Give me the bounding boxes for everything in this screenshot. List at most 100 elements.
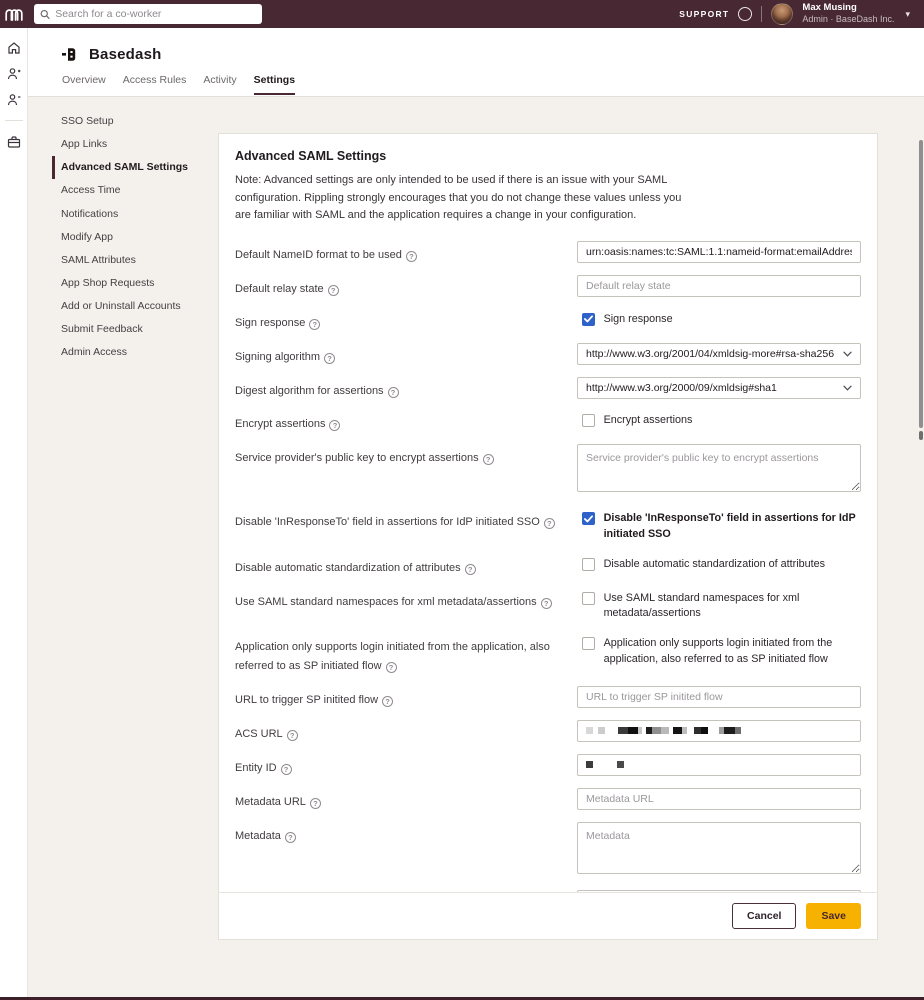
sidenav-item-modify-app[interactable]: Modify App	[52, 226, 217, 249]
help-icon[interactable]	[324, 353, 335, 364]
help-icon[interactable]	[328, 285, 339, 296]
redacted-block	[628, 727, 638, 734]
redacted-block	[586, 727, 593, 734]
help-icon[interactable]	[309, 319, 320, 330]
vertical-scrollbar[interactable]	[919, 140, 923, 428]
sidenav-item-advanced-saml-settings[interactable]: Advanced SAML Settings	[52, 156, 217, 179]
sidenav-item-app-links[interactable]: App Links	[52, 133, 217, 156]
encrypt-assertions-row: Encrypt assertionsEncrypt assertions	[235, 410, 861, 433]
sp-flow-url-control-col	[577, 686, 861, 708]
acs-url-row: ACS URL	[235, 720, 861, 743]
sp-initiated-only-checkbox[interactable]	[582, 637, 595, 650]
sidenav-item-add-or-uninstall-accounts[interactable]: Add or Uninstall Accounts	[52, 295, 217, 318]
sp-public-key-row: Service provider's public key to encrypt…	[235, 444, 861, 497]
search-icon	[40, 9, 50, 20]
rippling-logo-icon[interactable]	[0, 0, 30, 28]
help-circle-icon[interactable]	[738, 7, 752, 21]
help-icon[interactable]	[287, 730, 298, 741]
sidenav-item-app-shop-requests[interactable]: App Shop Requests	[52, 272, 217, 295]
default-relay-state-input[interactable]	[577, 275, 861, 297]
encrypt-assertions-control-col: Encrypt assertions	[582, 410, 861, 429]
sp-initiated-only-row: Application only supports login initiate…	[235, 633, 861, 675]
help-icon[interactable]	[285, 832, 296, 843]
sidenav-item-saml-attributes[interactable]: SAML Attributes	[52, 249, 217, 272]
sidenav-item-notifications[interactable]: Notifications	[52, 203, 217, 226]
vertical-scrollbar-segment[interactable]	[919, 431, 923, 440]
topbar-divider	[761, 6, 762, 22]
sp-initiated-only-checkbox-label[interactable]: Application only supports login initiate…	[604, 636, 861, 667]
sp-flow-url-label-col: URL to trigger SP initited flow	[235, 686, 577, 709]
signing-algorithm-selected-value: http://www.w3.org/2001/04/xmldsig-more#r…	[586, 348, 837, 360]
save-button[interactable]: Save	[806, 903, 861, 929]
chevron-down-icon[interactable]: ▾	[905, 9, 910, 20]
search-input[interactable]	[55, 8, 256, 20]
help-icon[interactable]	[541, 598, 552, 609]
user-avatar[interactable]	[771, 3, 793, 25]
user-menu[interactable]: Max Musing Admin · BaseDash Inc.	[802, 3, 894, 24]
help-icon[interactable]	[406, 251, 417, 262]
metadata-url-row: Metadata URL	[235, 788, 861, 811]
page-title: Basedash	[89, 46, 161, 63]
help-icon[interactable]	[310, 798, 321, 809]
encrypt-assertions-checkbox-label[interactable]: Encrypt assertions	[604, 413, 693, 429]
sidenav-item-admin-access[interactable]: Admin Access	[52, 341, 217, 364]
sp-public-key-textarea[interactable]	[577, 444, 861, 492]
tab-activity[interactable]: Activity	[203, 74, 236, 95]
sp-flow-url-label: URL to trigger SP initited flow	[235, 694, 393, 706]
redacted-block	[694, 727, 701, 734]
digest-algorithm-label-col: Digest algorithm for assertions	[235, 377, 577, 400]
sidenav-item-sso-setup[interactable]: SSO Setup	[52, 110, 217, 133]
entity-id-input-redacted[interactable]	[577, 754, 861, 776]
disable-auto-standardization-checkbox[interactable]	[582, 558, 595, 571]
disable-auto-standardization-checkbox-label[interactable]: Disable automatic standardization of att…	[604, 557, 825, 573]
saml-standard-namespaces-checkbox-row: Use SAML standard namespaces for xml met…	[582, 588, 861, 622]
encrypt-assertions-checkbox[interactable]	[582, 414, 595, 427]
user-role: Admin · BaseDash Inc.	[802, 14, 894, 24]
person-remove-icon[interactable]	[6, 92, 21, 107]
sign-response-checkbox[interactable]	[582, 313, 595, 326]
acs-url-input-redacted[interactable]	[577, 720, 861, 742]
saml-standard-namespaces-checkbox[interactable]	[582, 592, 595, 605]
help-icon[interactable]	[281, 764, 292, 775]
tab-access-rules[interactable]: Access Rules	[123, 74, 187, 95]
sign-response-checkbox-row: Sign response	[582, 309, 861, 328]
digest-algorithm-select[interactable]: http://www.w3.org/2000/09/xmldsig#sha1	[577, 377, 861, 399]
help-icon[interactable]	[465, 564, 476, 575]
briefcase-icon[interactable]	[6, 134, 21, 149]
digest-algorithm-label: Digest algorithm for assertions	[235, 385, 399, 397]
support-link[interactable]: SUPPORT	[679, 9, 729, 19]
coworker-search[interactable]	[34, 4, 262, 24]
help-icon[interactable]	[329, 420, 340, 431]
sign-response-row: Sign responseSign response	[235, 309, 861, 332]
signing-algorithm-select[interactable]: http://www.w3.org/2001/04/xmldsig-more#r…	[577, 343, 861, 365]
home-icon[interactable]	[6, 40, 21, 55]
help-icon[interactable]	[544, 518, 555, 529]
default-nameid-format-input[interactable]	[577, 241, 861, 263]
panel-note: Note: Advanced settings are only intende…	[235, 172, 697, 225]
help-icon[interactable]	[483, 454, 494, 465]
entity-id-label: Entity ID	[235, 762, 292, 774]
person-add-icon[interactable]	[6, 66, 21, 81]
redacted-block	[687, 727, 694, 734]
saml-standard-namespaces-checkbox-label[interactable]: Use SAML standard namespaces for xml met…	[604, 591, 861, 622]
default-relay-state-row: Default relay state	[235, 275, 861, 298]
saml-standard-namespaces-label: Use SAML standard namespaces for xml met…	[235, 596, 552, 608]
cancel-button[interactable]: Cancel	[732, 903, 796, 929]
app-header: Basedash Overview Access Rules Activity Set…	[28, 28, 924, 97]
tab-settings[interactable]: Settings	[254, 74, 295, 95]
disable-auto-standardization-control-col: Disable automatic standardization of att…	[582, 554, 861, 573]
metadata-textarea[interactable]	[577, 822, 861, 874]
tab-overview[interactable]: Overview	[62, 74, 106, 95]
sp-public-key-label: Service provider's public key to encrypt…	[235, 452, 494, 464]
sidenav-item-submit-feedback[interactable]: Submit Feedback	[52, 318, 217, 341]
redacted-block	[701, 727, 708, 734]
help-icon[interactable]	[382, 696, 393, 707]
help-icon[interactable]	[388, 387, 399, 398]
sign-response-checkbox-label[interactable]: Sign response	[604, 312, 673, 328]
disable-inresponseto-checkbox[interactable]	[582, 512, 595, 525]
sp-flow-url-input[interactable]	[577, 686, 861, 708]
sidenav-item-access-time[interactable]: Access Time	[52, 179, 217, 202]
disable-inresponseto-checkbox-label[interactable]: Disable 'InResponseTo' field in assertio…	[604, 511, 861, 542]
metadata-url-input[interactable]	[577, 788, 861, 810]
help-icon[interactable]	[386, 662, 397, 673]
